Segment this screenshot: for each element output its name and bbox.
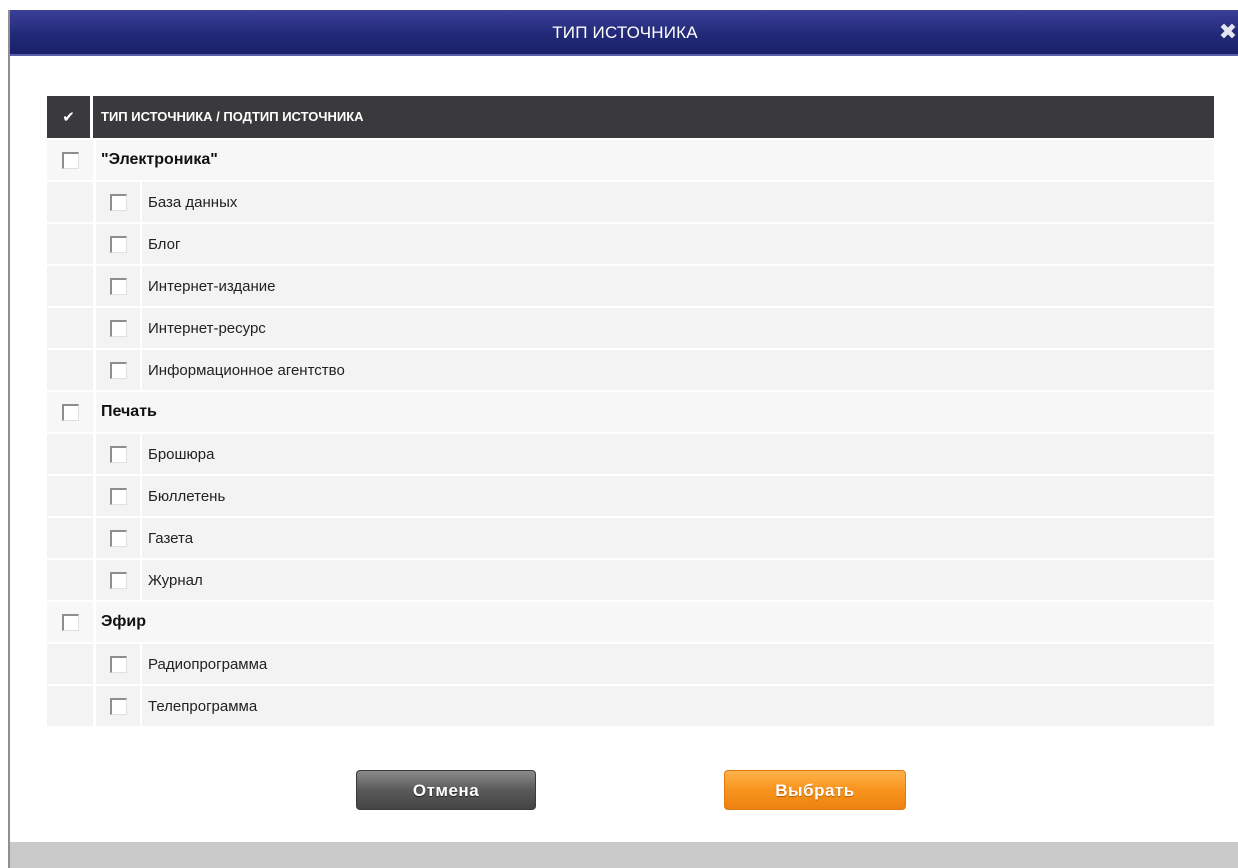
group-check-cell bbox=[47, 392, 93, 432]
subtype-checkbox[interactable] bbox=[109, 445, 127, 463]
indent-cell bbox=[47, 518, 93, 558]
indent-cell bbox=[47, 560, 93, 600]
subtype-label: Блог bbox=[142, 224, 1214, 264]
subtype-check-cell bbox=[96, 476, 140, 516]
subtype-label: Интернет-ресурс bbox=[142, 308, 1214, 348]
group-label: Печать bbox=[101, 403, 157, 420]
dialog-title: ТИП ИСТОЧНИКА bbox=[552, 23, 698, 42]
subtype-row[interactable]: Газета bbox=[47, 518, 1214, 558]
close-icon[interactable]: ✖ bbox=[1216, 21, 1238, 43]
subtype-row[interactable]: Телепрограмма bbox=[47, 686, 1214, 726]
subtype-label: Брошюра bbox=[142, 434, 1214, 474]
indent-cell bbox=[47, 644, 93, 684]
subtype-checkbox[interactable] bbox=[109, 235, 127, 253]
source-type-dialog: ТИП ИСТОЧНИКА ✖ ✔ ТИП ИСТОЧНИКА / ПОДТИП… bbox=[8, 10, 1238, 868]
indent-cell bbox=[47, 434, 93, 474]
indent-cell bbox=[47, 308, 93, 348]
group-row[interactable]: "Электроника" bbox=[47, 140, 1214, 180]
subtype-label: Газета bbox=[142, 518, 1214, 558]
subtype-checkbox[interactable] bbox=[109, 319, 127, 337]
subtype-row[interactable]: База данных bbox=[47, 182, 1214, 222]
subtype-row[interactable]: Информационное агентство bbox=[47, 350, 1214, 390]
group-checkbox[interactable] bbox=[61, 613, 79, 631]
subtype-checkbox[interactable] bbox=[109, 655, 127, 673]
indent-cell bbox=[47, 266, 93, 306]
table-body: "Электроника" База данных Блог Интернет-изд… bbox=[47, 140, 1214, 726]
subtype-checkbox[interactable] bbox=[109, 571, 127, 589]
group-row[interactable]: Эфир bbox=[47, 602, 1214, 642]
subtype-row[interactable]: Брошюра bbox=[47, 434, 1214, 474]
subtype-check-cell bbox=[96, 350, 140, 390]
subtype-check-cell bbox=[96, 644, 140, 684]
indent-cell bbox=[47, 476, 93, 516]
subtype-label: Бюллетень bbox=[142, 476, 1214, 516]
indent-cell bbox=[47, 686, 93, 726]
group-row[interactable]: Печать bbox=[47, 392, 1214, 432]
subtype-row[interactable]: Интернет-ресурс bbox=[47, 308, 1214, 348]
subtype-check-cell bbox=[96, 686, 140, 726]
group-label: Эфир bbox=[101, 613, 146, 630]
group-check-cell bbox=[47, 602, 93, 642]
checkmark-icon: ✔ bbox=[47, 96, 93, 138]
subtype-checkbox[interactable] bbox=[109, 361, 127, 379]
subtype-check-cell bbox=[96, 224, 140, 264]
table-header: ✔ ТИП ИСТОЧНИКА / ПОДТИП ИСТОЧНИКА bbox=[47, 96, 1214, 138]
subtype-row[interactable]: Журнал bbox=[47, 560, 1214, 600]
subtype-label: Журнал bbox=[142, 560, 1214, 600]
subtype-check-cell bbox=[96, 560, 140, 600]
subtype-checkbox[interactable] bbox=[109, 487, 127, 505]
subtype-check-cell bbox=[96, 518, 140, 558]
subtype-check-cell bbox=[96, 182, 140, 222]
group-label-cell: Печать bbox=[96, 392, 1214, 432]
indent-cell bbox=[47, 182, 93, 222]
subtype-row[interactable]: Блог bbox=[47, 224, 1214, 264]
subtype-check-cell bbox=[96, 308, 140, 348]
subtype-label: Телепрограмма bbox=[142, 686, 1214, 726]
dialog-buttons: Отмена Выбрать bbox=[10, 770, 1238, 810]
select-button[interactable]: Выбрать bbox=[724, 770, 906, 810]
dialog-titlebar: ТИП ИСТОЧНИКА ✖ bbox=[10, 10, 1238, 56]
subtype-check-cell bbox=[96, 266, 140, 306]
subtype-label: Радиопрограмма bbox=[142, 644, 1214, 684]
cancel-button[interactable]: Отмена bbox=[356, 770, 536, 810]
source-type-table: ✔ ТИП ИСТОЧНИКА / ПОДТИП ИСТОЧНИКА "Элек… bbox=[47, 96, 1214, 726]
subtype-label: База данных bbox=[142, 182, 1214, 222]
group-checkbox[interactable] bbox=[61, 403, 79, 421]
group-checkbox[interactable] bbox=[61, 151, 79, 169]
subtype-check-cell bbox=[96, 434, 140, 474]
dialog-footer bbox=[10, 842, 1238, 868]
subtype-row[interactable]: Интернет-издание bbox=[47, 266, 1214, 306]
subtype-row[interactable]: Бюллетень bbox=[47, 476, 1214, 516]
subtype-row[interactable]: Радиопрограмма bbox=[47, 644, 1214, 684]
group-label-cell: Эфир bbox=[96, 602, 1214, 642]
group-label: "Электроника" bbox=[101, 151, 218, 168]
subtype-checkbox[interactable] bbox=[109, 529, 127, 547]
subtype-checkbox[interactable] bbox=[109, 277, 127, 295]
subtype-checkbox[interactable] bbox=[109, 697, 127, 715]
subtype-label: Информационное агентство bbox=[142, 350, 1214, 390]
column-header-label: ТИП ИСТОЧНИКА / ПОДТИП ИСТОЧНИКА bbox=[101, 109, 364, 124]
group-label-cell: "Электроника" bbox=[96, 140, 1214, 180]
indent-cell bbox=[47, 224, 93, 264]
subtype-checkbox[interactable] bbox=[109, 193, 127, 211]
subtype-label: Интернет-издание bbox=[142, 266, 1214, 306]
group-check-cell bbox=[47, 140, 93, 180]
indent-cell bbox=[47, 350, 93, 390]
